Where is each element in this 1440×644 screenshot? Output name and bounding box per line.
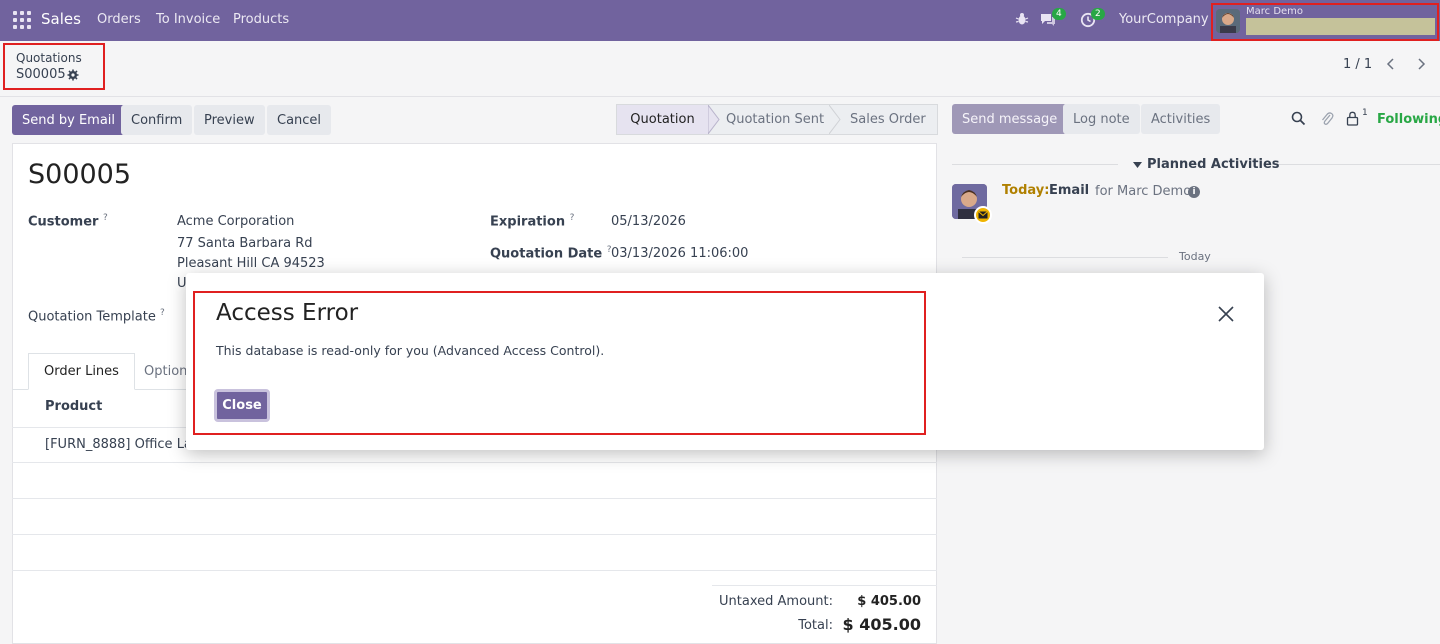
- dialog-close-button[interactable]: Close: [214, 389, 270, 422]
- dialog-message: This database is read-only for you (Adva…: [216, 343, 605, 358]
- access-error-dialog: Access Error This database is read-only …: [186, 273, 1264, 450]
- dialog-title: Access Error: [216, 300, 359, 326]
- close-icon[interactable]: [1216, 304, 1236, 324]
